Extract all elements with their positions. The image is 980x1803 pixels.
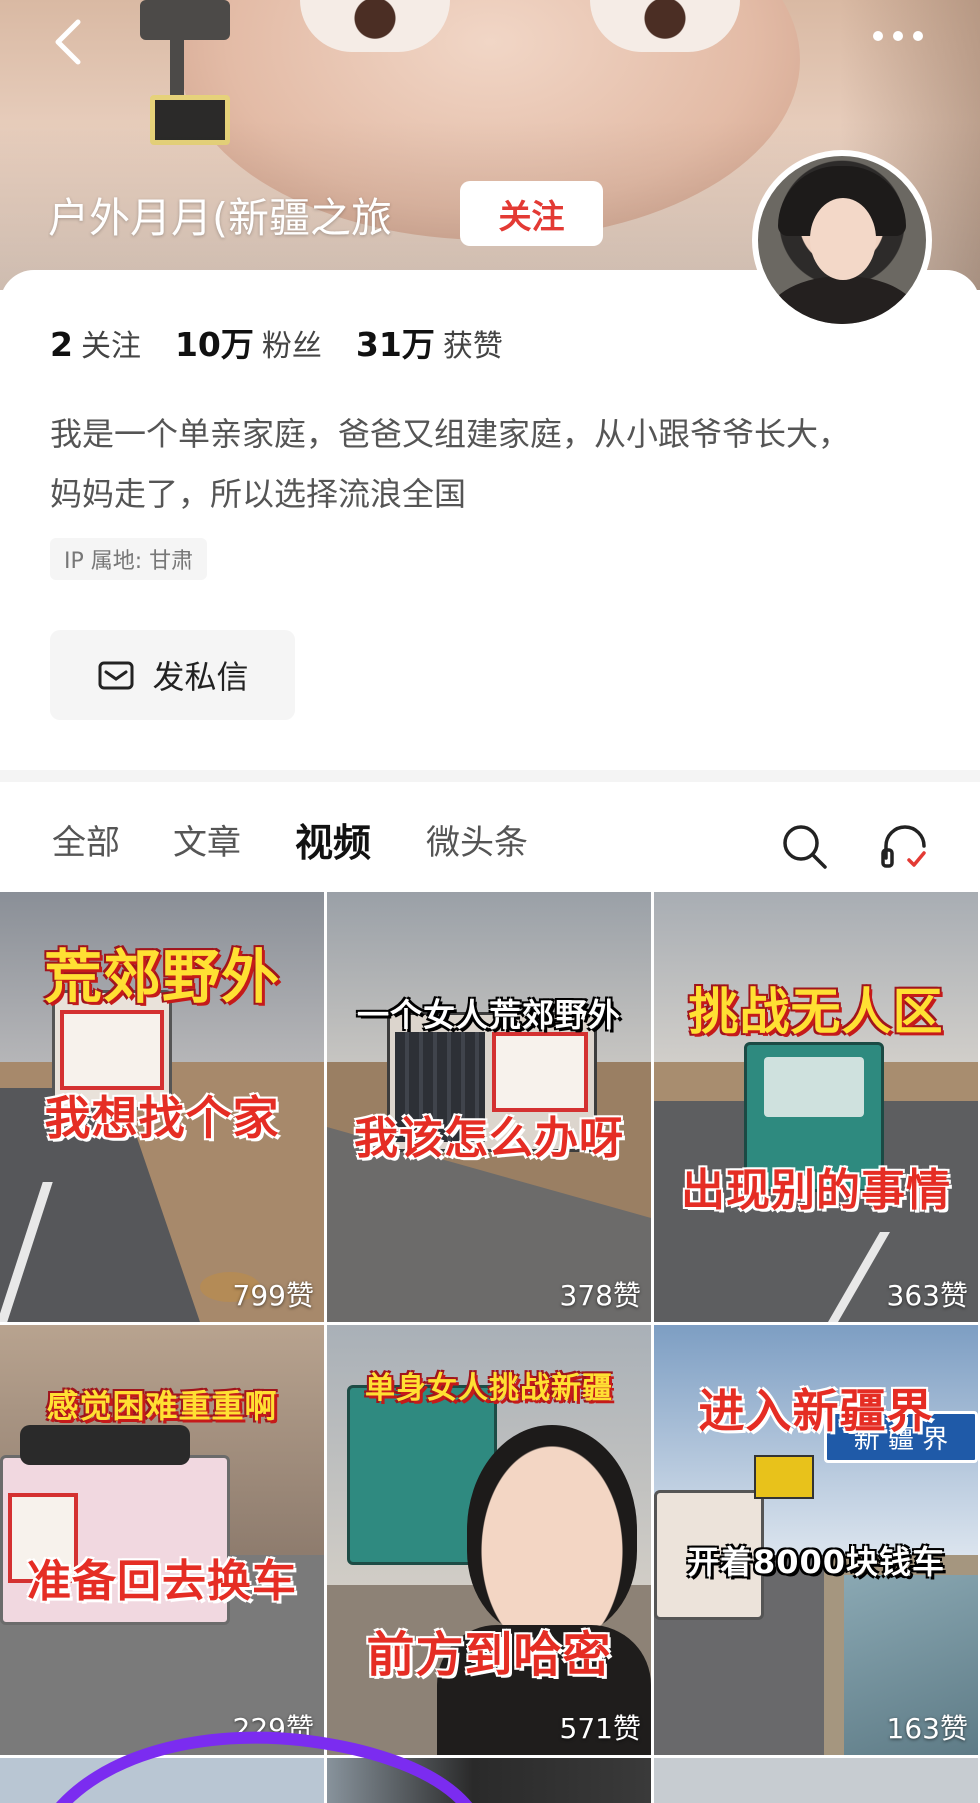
stat-label: 关注 xyxy=(80,329,141,364)
video-card[interactable] xyxy=(654,1758,978,1803)
bio-line: 我是一个单亲家庭，爸爸又组建家庭，从小跟爷爷长大， xyxy=(50,415,851,453)
video-grid: 荒郊野外 我想找个家 799赞 一个女人荒郊野外 我该怎么办呀 378赞 挑战无… xyxy=(0,892,980,1803)
video-card[interactable]: 新 疆 界 进入新疆界 开着8000块钱车 163赞 xyxy=(654,1325,978,1755)
video-caption-top: 挑战无人区 xyxy=(688,983,944,1041)
video-card[interactable]: 感觉困难重重啊 准备回去换车 229赞 xyxy=(0,1325,324,1755)
envelope-icon xyxy=(98,661,134,690)
tab-all[interactable]: 全部 xyxy=(52,815,120,864)
send-message-label: 发私信 xyxy=(152,658,249,696)
content-tabs: 全部 文章 视频 微头条 xyxy=(0,815,980,887)
stat-value: 2 xyxy=(50,325,73,364)
stat-value: 31万 xyxy=(355,325,435,364)
video-caption-top: 一个女人荒郊野外 xyxy=(356,996,621,1034)
tab-articles[interactable]: 文章 xyxy=(173,815,241,864)
video-caption-bottom: 开着8000块钱车 xyxy=(686,1543,946,1581)
video-likes: 571赞 xyxy=(559,1712,641,1745)
video-card[interactable]: 单身女人挑战新疆 前方到哈密 571赞 xyxy=(327,1325,651,1755)
follow-button[interactable]: 关注 xyxy=(460,181,603,246)
more-button[interactable] xyxy=(868,20,928,52)
stat-value: 10万 xyxy=(174,325,254,364)
video-likes: 163赞 xyxy=(886,1712,968,1745)
profile-name: 户外月月(新疆之旅 xyxy=(48,194,392,242)
video-caption-bottom: 我想找个家 xyxy=(44,1091,280,1145)
avatar[interactable] xyxy=(752,150,932,330)
tab-videos[interactable]: 视频 xyxy=(295,812,371,867)
search-icon xyxy=(783,825,827,869)
stat-followers[interactable]: 10万 粉丝 xyxy=(175,318,322,366)
headphones-icon xyxy=(881,825,926,868)
video-card[interactable] xyxy=(327,1758,651,1803)
video-caption-top: 荒郊野外 xyxy=(43,943,280,1011)
video-card[interactable] xyxy=(0,1758,324,1803)
video-card[interactable]: 一个女人荒郊野外 我该怎么办呀 378赞 xyxy=(327,892,651,1322)
video-caption-bottom: 准备回去换车 xyxy=(27,1556,297,1607)
video-caption-bottom: 前方到哈密 xyxy=(366,1627,612,1683)
more-dots-icon xyxy=(873,31,923,41)
video-caption-top: 感觉困难重重啊 xyxy=(46,1387,278,1425)
back-button[interactable] xyxy=(40,12,100,72)
tab-micro-posts[interactable]: 微头条 xyxy=(426,815,528,864)
video-caption-bottom: 我该怎么办呀 xyxy=(354,1113,624,1164)
video-caption-top: 单身女人挑战新疆 xyxy=(365,1371,613,1406)
listen-button[interactable] xyxy=(878,820,932,874)
video-likes: 229赞 xyxy=(232,1712,314,1745)
stat-label: 获赞 xyxy=(442,329,503,364)
video-likes: 799赞 xyxy=(232,1279,314,1312)
ip-location-badge: IP 属地: 甘肃 xyxy=(50,538,208,580)
profile-bio: 我是一个单亲家庭，爸爸又组建家庭，从小跟爷爷长大， 妈妈走了，所以选择流浪全国 xyxy=(50,404,930,524)
stat-label: 粉丝 xyxy=(261,329,322,364)
video-card[interactable]: 荒郊野外 我想找个家 799赞 xyxy=(0,892,324,1322)
video-caption-bottom: 出现别的事情 xyxy=(681,1165,951,1216)
bio-line: 妈妈走了，所以选择流浪全国 xyxy=(50,475,467,513)
chevron-left-icon xyxy=(55,19,81,65)
profile-stats: 2 关注 10万 粉丝 31万 获赞 xyxy=(50,318,537,366)
section-divider xyxy=(0,770,980,782)
video-card[interactable]: 挑战无人区 出现别的事情 363赞 xyxy=(654,892,978,1322)
video-likes: 363赞 xyxy=(886,1279,968,1312)
video-likes: 378赞 xyxy=(559,1279,641,1312)
search-button[interactable] xyxy=(780,822,830,872)
send-message-button[interactable]: 发私信 xyxy=(50,630,295,720)
stat-likes: 31万 获赞 xyxy=(356,318,503,366)
stat-following[interactable]: 2 关注 xyxy=(50,321,141,365)
video-caption-top: 进入新疆界 xyxy=(698,1384,934,1438)
